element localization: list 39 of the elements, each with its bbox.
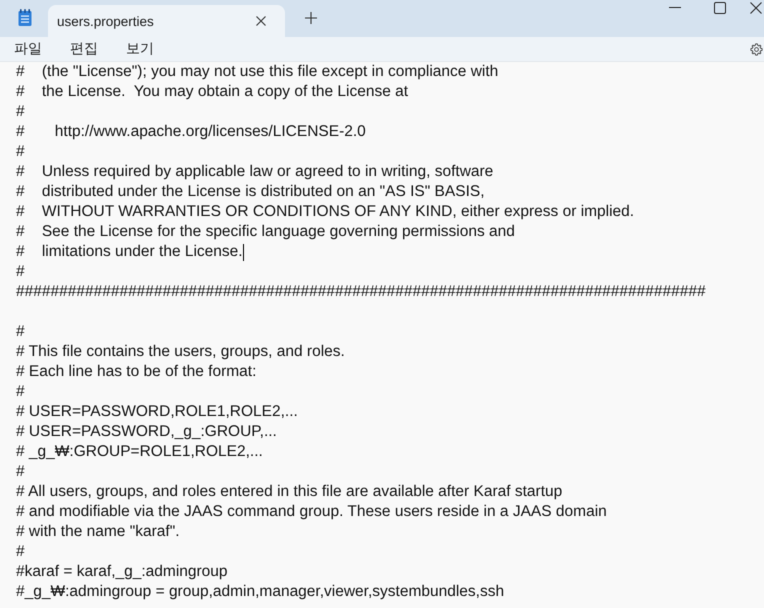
- code-line: # See the License for the specific language governing permissions and: [16, 222, 515, 242]
- close-window-button[interactable]: [748, 0, 764, 15]
- code-line: # All users, groups, and roles entered in this file are available after Karaf startup: [16, 482, 562, 502]
- code-line: #: [16, 142, 25, 162]
- code-line: #: [16, 102, 25, 122]
- settings-button[interactable]: [750, 42, 764, 56]
- code-line: ################################################################################: [16, 282, 706, 302]
- code-line: #_g_₩:admingroup = group,admin,manager,viewer,systembundles,ssh: [16, 582, 504, 602]
- code-line: #: [16, 542, 25, 562]
- code-line: # _g_₩:GROUP=ROLE1,ROLE2,...: [16, 442, 263, 462]
- minimize-icon: [669, 7, 681, 8]
- menu-item[interactable]: 보기: [118, 38, 162, 60]
- close-icon: [750, 2, 762, 14]
- code-line: # distributed under the License is distributed on an "AS IS" BASIS,: [16, 182, 485, 202]
- code-line: # with the name "karaf".: [16, 522, 180, 542]
- menu-item[interactable]: 편집: [62, 38, 106, 60]
- code-line: # (the "License"); you may not use this file except in compliance with: [16, 62, 498, 82]
- code-line: # Each line has to be of the format:: [16, 362, 256, 382]
- notepad-icon: [18, 9, 32, 26]
- code-line: # http://www.apache.org/licenses/LICENSE-2.0: [16, 122, 366, 142]
- code-line: # Unless required by applicable law or agreed to in writing, software: [16, 162, 494, 182]
- code-line: # and modifiable via the JAAS command group. These users reside in a JAAS domain: [16, 502, 607, 522]
- code-line: #: [16, 262, 25, 282]
- code-line: # This file contains the users, groups, and roles.: [16, 342, 345, 362]
- code-line: #karaf = karaf,_g_:admingroup: [16, 562, 228, 582]
- code-line: # USER=PASSWORD,ROLE1,ROLE2,...: [16, 402, 298, 422]
- code-line: #: [16, 382, 25, 402]
- menu-item[interactable]: 파일: [6, 38, 50, 60]
- settings-icon: [750, 42, 763, 56]
- plus-icon: [305, 12, 317, 24]
- code-line: #: [16, 462, 25, 482]
- code-line: #: [16, 322, 25, 342]
- code-line: # USER=PASSWORD,_g_:GROUP,...: [16, 422, 277, 442]
- maximize-icon: [714, 2, 726, 14]
- code-line: # limitations under the License.: [16, 242, 243, 262]
- close-icon: [256, 16, 266, 26]
- code-line: # WITHOUT WARRANTIES OR CONDITIONS OF ANY KIND, either express or implied.: [16, 202, 634, 222]
- file-tab[interactable]: users.properties: [48, 5, 285, 37]
- code-line: # the License. You may obtain a copy of the License at: [16, 82, 408, 102]
